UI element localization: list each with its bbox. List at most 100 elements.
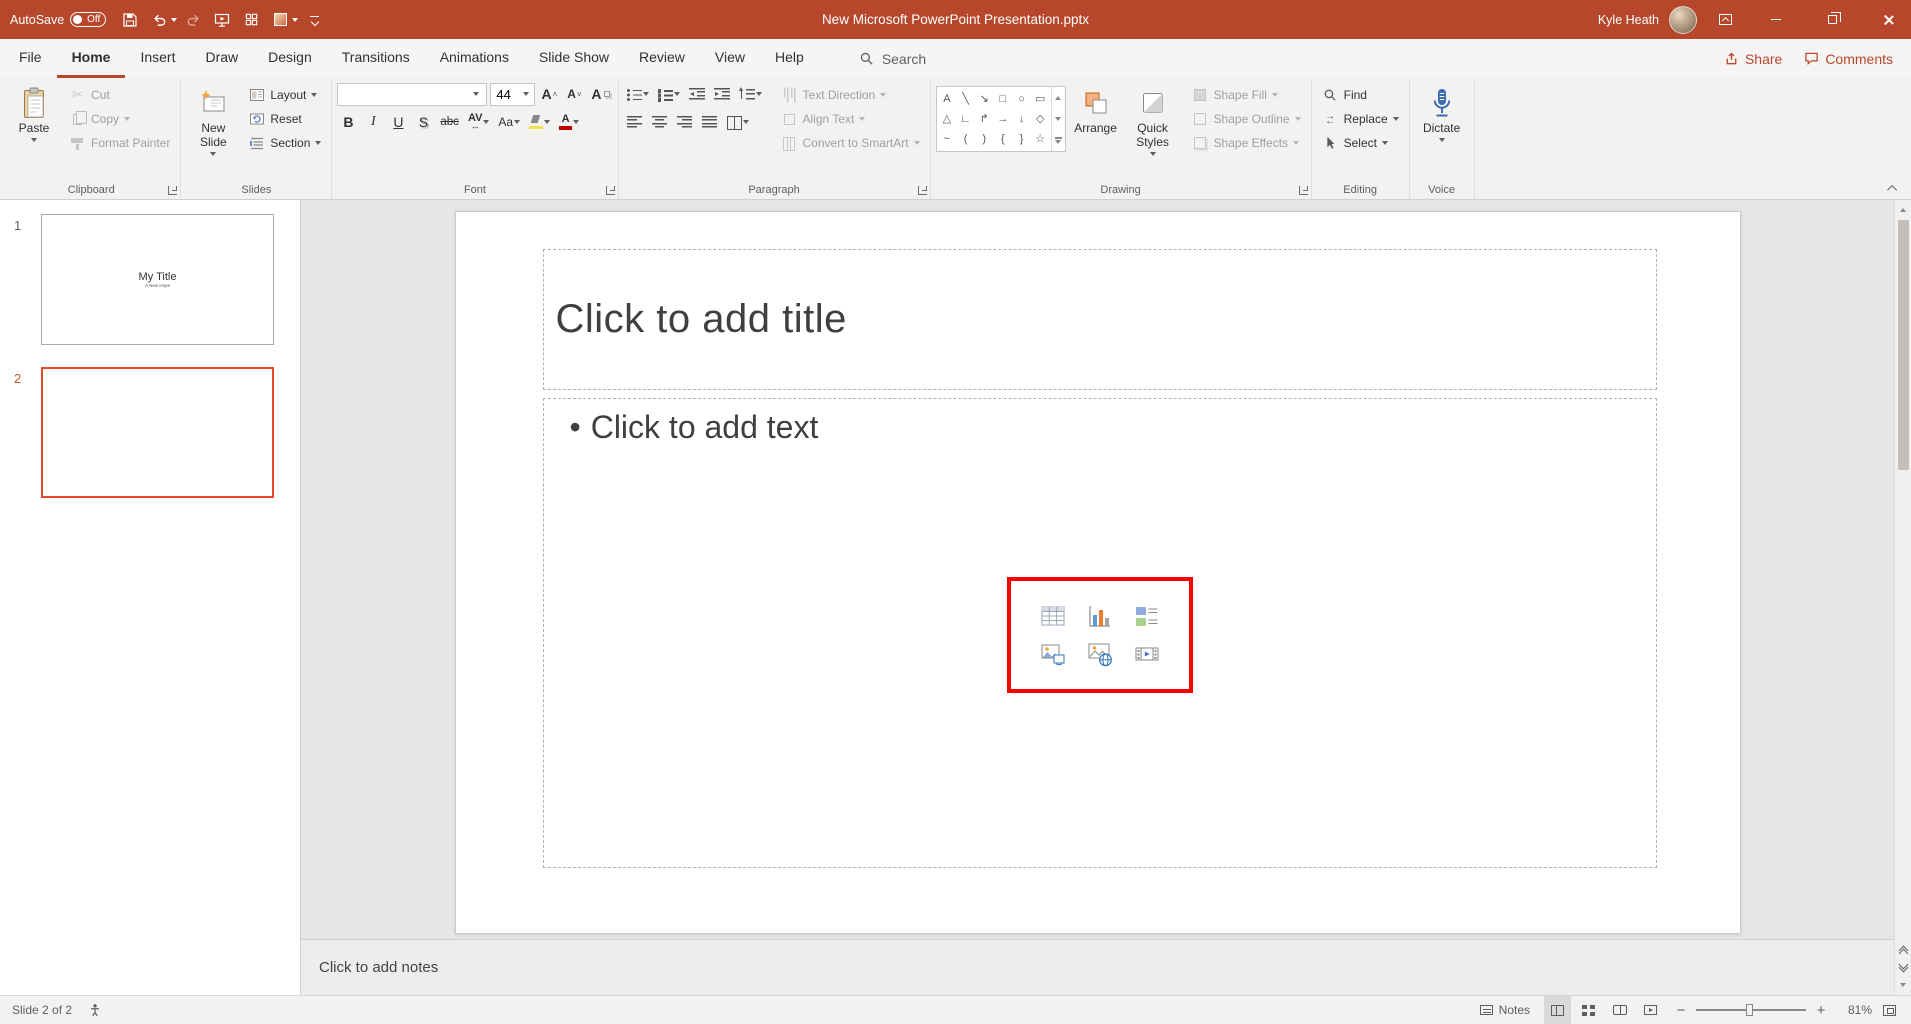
close-button[interactable] [1865,0,1911,39]
shape-arc-left-icon[interactable]: ( [958,132,974,146]
underline-button[interactable]: U [387,111,409,134]
tab-review[interactable]: Review [624,39,700,78]
zoom-slider[interactable] [1696,1009,1806,1011]
save-button[interactable] [117,5,143,35]
text-direction-button[interactable]: Text Direction [776,84,925,106]
minimize-button[interactable] [1753,0,1799,39]
font-name-caret-icon[interactable] [468,84,483,105]
tab-insert[interactable]: Insert [125,39,190,78]
insert-smartart-button[interactable] [1134,603,1160,629]
line-spacing-button[interactable] [736,83,765,106]
accessibility-icon[interactable] [88,1003,102,1017]
content-placeholder[interactable]: •Click to add text [543,398,1657,868]
shape-effects-button[interactable]: Shape Effects [1187,132,1306,154]
arrange-button[interactable]: Arrange [1069,81,1123,180]
insert-online-pictures-button[interactable] [1087,641,1113,667]
clear-formatting-button[interactable]: A [588,83,612,106]
shape-rounded-rect-icon[interactable]: ▭ [1032,92,1048,106]
align-left-button[interactable] [624,111,646,134]
tab-help[interactable]: Help [760,39,819,78]
font-size-caret-icon[interactable] [518,84,533,105]
scrollbar-track[interactable] [1895,218,1911,941]
increase-font-size-button[interactable]: A˄ [538,83,560,106]
shape-diamond-icon[interactable]: ◇ [1032,112,1048,126]
align-center-button[interactable] [649,111,671,134]
zoom-in-button[interactable]: + [1814,1002,1828,1019]
vertical-scrollbar[interactable] [1894,200,1911,995]
quick-styles-button[interactable]: Quick Styles [1126,81,1180,180]
bold-button[interactable]: B [337,111,359,134]
tab-file[interactable]: File [4,39,57,78]
cut-button[interactable]: ✂ Cut [64,84,175,106]
zoom-out-button[interactable]: − [1674,1002,1688,1019]
shape-gallery[interactable]: A ╲ ↘ □ ○ ▭ △ ∟ ↱ → ↓ ◇ ~ ( ) { } [936,86,1066,152]
slide-canvas[interactable]: Click to add title •Click to add text [455,211,1741,934]
shape-brace-right-icon[interactable]: } [1014,132,1030,146]
tab-slide-show[interactable]: Slide Show [524,39,624,78]
shape-textbox-icon[interactable]: A [939,92,955,106]
shape-rectangle-icon[interactable]: □ [995,92,1011,106]
numbering-button[interactable] [655,83,683,106]
redo-button[interactable] [180,5,206,35]
decrease-indent-button[interactable] [686,83,708,106]
notes-toggle-button[interactable]: Notes [1470,996,1540,1024]
decrease-font-size-button[interactable]: A˅ [563,83,585,106]
share-button[interactable]: Share [1724,51,1782,67]
tab-transitions[interactable]: Transitions [327,39,425,78]
reset-button[interactable]: Reset [243,108,326,130]
align-right-button[interactable] [674,111,696,134]
convert-smartart-button[interactable]: Convert to SmartArt [776,132,925,154]
fit-slide-to-window-button[interactable] [1876,996,1903,1024]
font-size-input[interactable] [491,84,518,105]
notes-pane[interactable]: Click to add notes [301,939,1894,995]
zoom-level[interactable]: 81% [1838,1003,1872,1017]
tab-draw[interactable]: Draw [190,39,253,78]
format-painter-button[interactable]: Format Painter [64,132,175,154]
collapse-ribbon-button[interactable] [1883,180,1903,196]
zoom-slider-thumb[interactable] [1746,1004,1753,1016]
shape-down-arrow-icon[interactable]: ↓ [1014,112,1030,126]
align-text-button[interactable]: Align Text [776,108,925,130]
shapes-more-button[interactable] [1052,130,1065,151]
shape-arrow-icon[interactable]: ↘ [976,92,992,106]
text-highlight-button[interactable] [526,111,553,134]
copy-button[interactable]: Copy [64,108,175,130]
reading-view-button[interactable] [1606,996,1633,1024]
select-button[interactable]: Select [1317,132,1404,154]
shape-brace-left-icon[interactable]: { [995,132,1011,146]
slide-show-button[interactable] [1637,996,1664,1024]
scroll-up-button[interactable] [1895,202,1911,218]
user-avatar[interactable] [1669,6,1697,34]
replace-button[interactable]: →← Replace [1317,108,1404,130]
font-dialog-launcher[interactable] [606,186,615,195]
shape-oval-icon[interactable]: ○ [1014,92,1030,106]
slide-2-thumbnail[interactable] [41,367,274,498]
shape-elbow-icon[interactable]: ∟ [958,112,974,126]
scroll-down-button[interactable] [1895,977,1911,993]
user-name[interactable]: Kyle Heath [1598,13,1659,27]
search-box[interactable]: Search [859,39,926,78]
shape-triangle-icon[interactable]: △ [939,112,955,126]
tab-animations[interactable]: Animations [425,39,524,78]
dictate-button[interactable]: Dictate [1415,81,1469,180]
quick-access-grid-button[interactable] [238,5,264,35]
start-from-beginning-button[interactable] [209,5,235,35]
quick-access-style-button[interactable] [267,5,293,35]
increase-indent-button[interactable] [711,83,733,106]
shape-fill-button[interactable]: Shape Fill [1187,84,1306,106]
shape-right-arrow-icon[interactable]: → [995,112,1011,126]
section-button[interactable]: Section [243,132,326,154]
tab-design[interactable]: Design [253,39,327,78]
normal-view-button[interactable] [1544,996,1571,1024]
italic-button[interactable]: I [362,111,384,134]
ribbon-display-options-button[interactable] [1707,0,1743,39]
drawing-dialog-launcher[interactable] [1299,186,1308,195]
shape-arc-right-icon[interactable]: ) [976,132,992,146]
tab-home[interactable]: Home [57,39,126,78]
insert-table-button[interactable] [1040,603,1066,629]
change-case-button[interactable]: Aa [495,111,523,134]
shape-outline-button[interactable]: Shape Outline [1187,108,1306,130]
paragraph-dialog-launcher[interactable] [918,186,927,195]
shape-line-icon[interactable]: ╲ [958,92,974,106]
strikethrough-button[interactable]: abc [437,111,462,134]
